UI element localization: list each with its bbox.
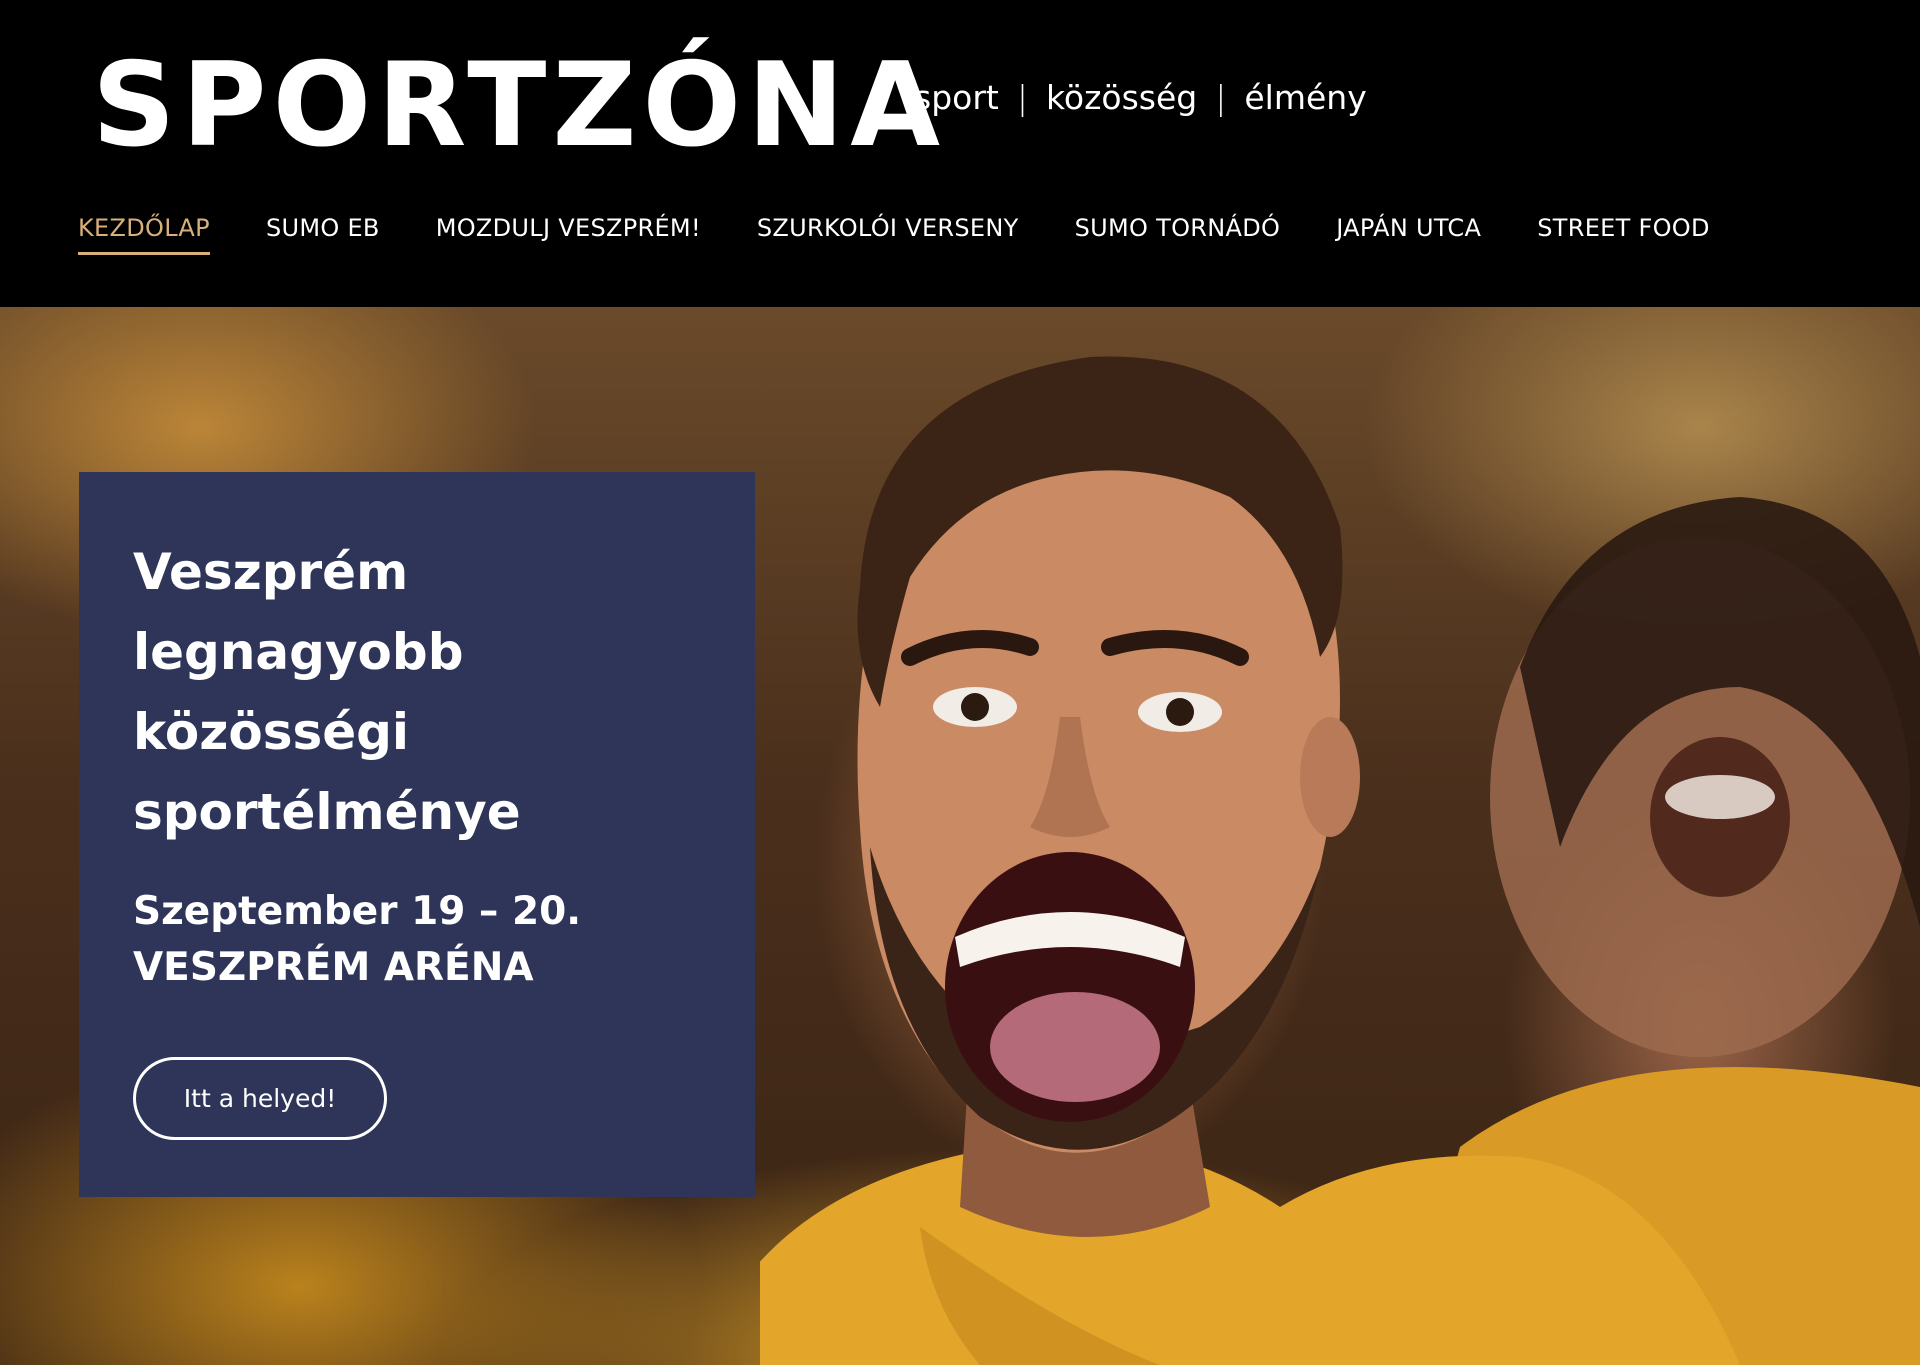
event-date: Szeptember 19 – 20. (133, 889, 582, 934)
tagline-sport: sport (914, 78, 999, 117)
tagline-community: közösség (1045, 78, 1198, 117)
nav-item-sumo-eb[interactable]: SUMO EB (266, 214, 380, 252)
hero-heading: Veszprém legnagyobb közösségi sportélmén… (133, 543, 521, 841)
site-header: SPORTZÓNA sport | közösség | élmény KEZD… (0, 0, 1920, 307)
nav-item-street-food[interactable]: STREET FOOD (1537, 214, 1710, 252)
nav-item-home[interactable]: KEZDŐLAP (78, 214, 210, 255)
hero-info-card: Veszprém legnagyobb közösségi sportélmén… (79, 472, 755, 1197)
nav-item-szurkoloi-verseny[interactable]: SZURKOLÓI VERSENY (757, 214, 1019, 252)
hero-section: Veszprém legnagyobb közösségi sportélmén… (0, 307, 1920, 1365)
site-tagline: sport | közösség | élmény (914, 78, 1367, 117)
hero-photo-cheering-fans (760, 356, 1920, 1365)
tagline-experience: élmény (1244, 78, 1367, 117)
site-logo[interactable]: SPORTZÓNA (92, 48, 946, 164)
tagline-separator: | (1215, 78, 1227, 117)
nav-item-mozdulj-veszprem[interactable]: MOZDULJ VESZPRÉM! (436, 214, 701, 252)
nav-item-japan-utca[interactable]: JAPÁN UTCA (1336, 214, 1481, 252)
nav-item-sumo-tornado[interactable]: SUMO TORNÁDÓ (1075, 214, 1281, 252)
tagline-separator: | (1016, 78, 1028, 117)
event-date-venue: Szeptember 19 – 20. VESZPRÉM ARÉNA (133, 884, 733, 996)
cta-button[interactable]: Itt a helyed! (133, 1057, 387, 1140)
event-venue: VESZPRÉM ARÉNA (133, 945, 534, 990)
main-navigation: KEZDŐLAP SUMO EB MOZDULJ VESZPRÉM! SZURK… (78, 214, 1710, 255)
